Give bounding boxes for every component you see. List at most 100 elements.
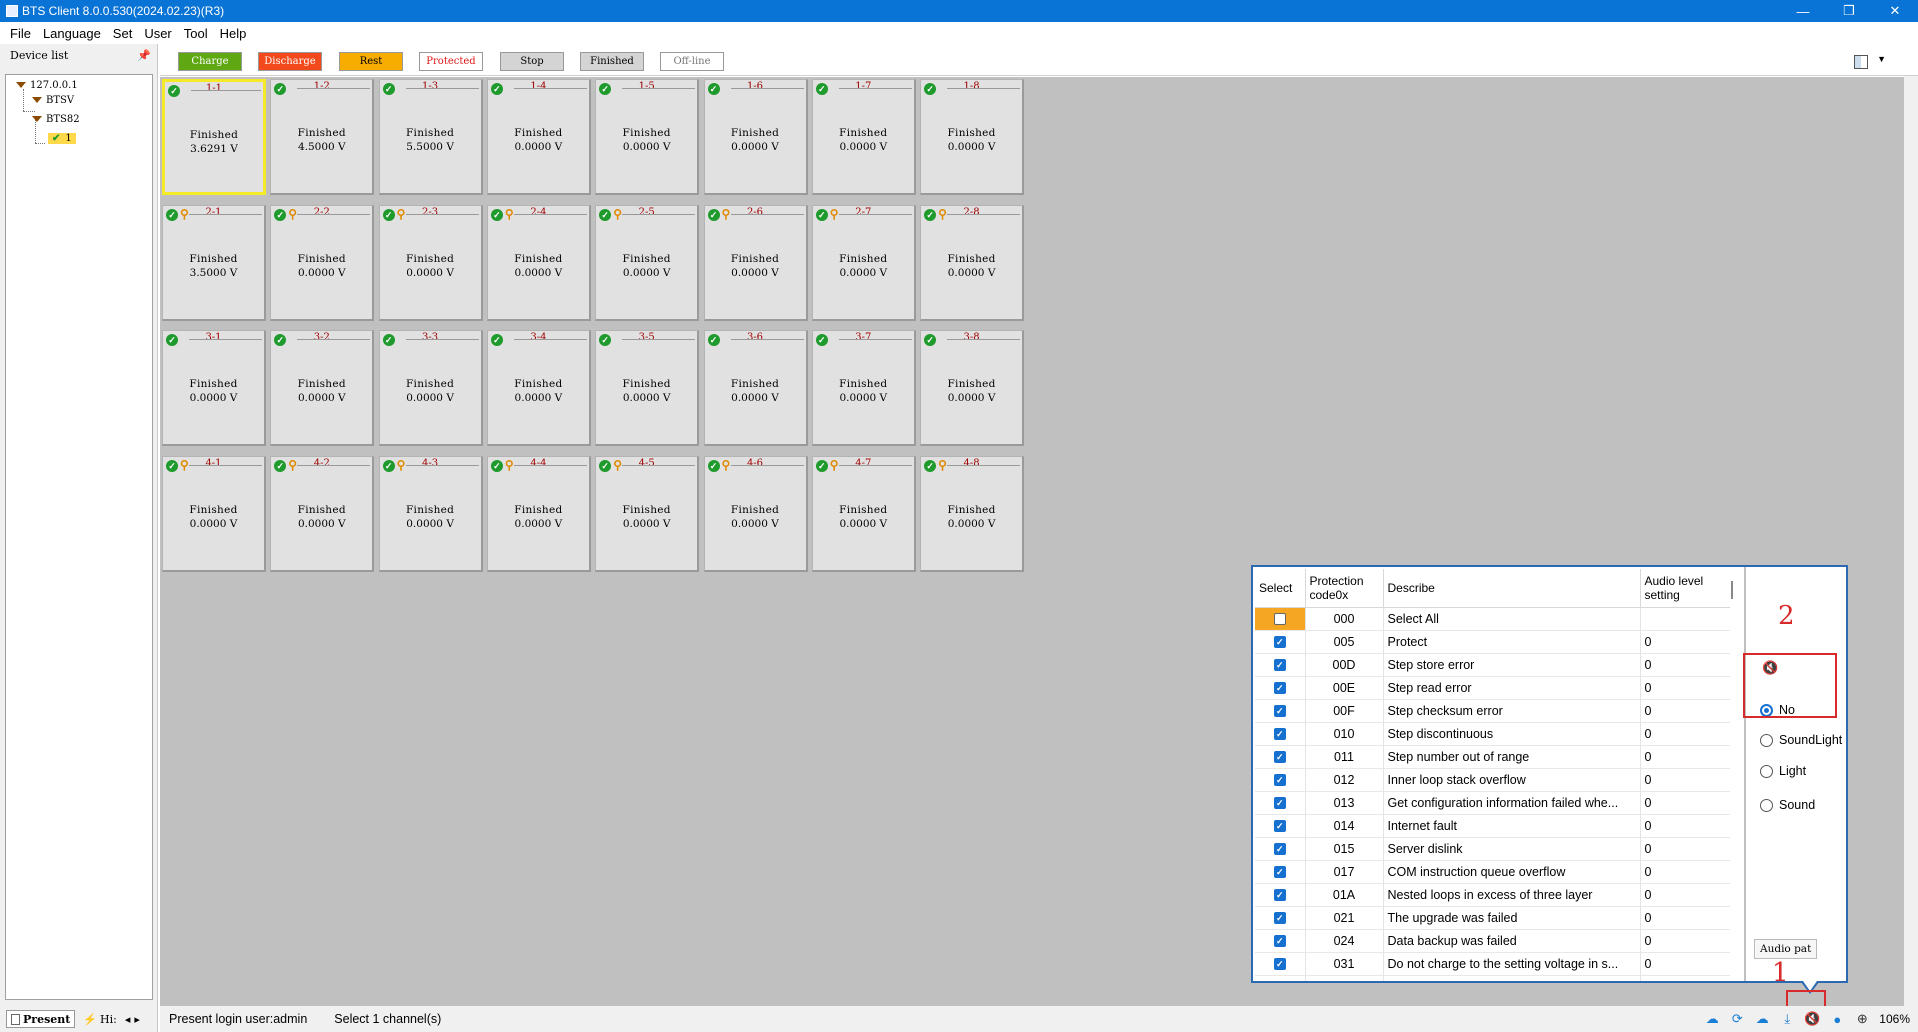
audio-level-cell[interactable]: 0 [1640, 814, 1730, 838]
grid-layout-icon[interactable] [1854, 55, 1868, 69]
row-checkbox[interactable]: ✓ [1273, 705, 1286, 718]
tree-node-unit-1[interactable]: ✔ 1 [48, 131, 76, 145]
audio-level-cell[interactable]: 0 [1640, 699, 1730, 723]
table-row[interactable]: ✓ 00D Step store error 0 [1255, 653, 1730, 677]
maximize-button[interactable]: ❐ [1826, 0, 1872, 22]
channel-cell[interactable]: ✓ 3-3 Finished 0.0000 V [378, 330, 483, 446]
channel-cell[interactable]: ✓ 3-7 Finished 0.0000 V [811, 330, 916, 446]
channel-cell[interactable]: ✓ 1-7 Finished 0.0000 V [811, 79, 916, 195]
channel-cell[interactable]: ✓ 1-4 Finished 0.0000 V [486, 79, 591, 195]
minimize-button[interactable]: — [1780, 0, 1826, 22]
table-row[interactable]: ✓ 010 Step discontinuous 0 [1255, 722, 1730, 746]
zoom-icon[interactable]: ⊕ [1854, 1011, 1870, 1027]
row-checkbox[interactable]: ✓ [1273, 774, 1286, 787]
legend-finished[interactable]: Finished [580, 52, 644, 71]
channel-cell[interactable]: ✓ ⚲ 4-4 Finished 0.0000 V [486, 455, 591, 572]
table-row[interactable]: ✓ 005 Protect 0 [1255, 630, 1730, 654]
row-checkbox[interactable]: ✓ [1273, 682, 1286, 695]
audio-level-cell[interactable]: 0 [1640, 676, 1730, 700]
channel-cell[interactable]: ✓ ⚲ 4-2 Finished 0.0000 V [270, 455, 375, 572]
channel-cell[interactable]: ✓ 1-2 Finished 4.5000 V [270, 79, 375, 195]
audio-level-cell[interactable] [1640, 607, 1730, 631]
row-checkbox[interactable]: ✓ [1273, 797, 1286, 810]
speaker-mute-icon[interactable]: 🔇 [1804, 1011, 1820, 1027]
legend-discharge[interactable]: Discharge [258, 52, 322, 71]
channel-cell[interactable]: ✓ 3-8 Finished 0.0000 V [920, 330, 1025, 446]
row-checkbox[interactable]: ✓ [1273, 935, 1286, 948]
close-button[interactable]: ✕ [1872, 0, 1918, 22]
menu-set[interactable]: Set [109, 26, 141, 41]
table-scroll-thumb[interactable] [1731, 581, 1733, 599]
audio-path-button[interactable]: Audio pat [1754, 939, 1818, 959]
row-checkbox[interactable]: ✓ [1273, 866, 1286, 879]
legend-protected[interactable]: Protected [419, 52, 483, 71]
col-describe[interactable]: Describe [1383, 569, 1641, 608]
audio-level-cell[interactable]: 0 [1640, 906, 1730, 930]
audio-level-cell[interactable]: 0 [1640, 952, 1730, 976]
table-row[interactable]: 000 Select All [1255, 607, 1730, 631]
audio-level-cell[interactable]: 0 [1640, 929, 1730, 953]
channel-cell[interactable]: ✓ ⚲ 4-6 Finished 0.0000 V [703, 455, 808, 572]
option-light[interactable]: Light [1760, 764, 1806, 778]
channel-cell[interactable]: ✓ 3-1 Finished 0.0000 V [162, 330, 266, 446]
channel-cell[interactable]: ✓ 3-5 Finished 0.0000 V [595, 330, 700, 446]
legend-offline[interactable]: Off-line [660, 52, 724, 71]
table-row[interactable]: ✓ 01A Nested loops in excess of three laye… [1255, 883, 1730, 907]
expand-icon[interactable] [32, 97, 42, 103]
channel-cell[interactable]: ✓ ⚲ 2-8 Finished 0.0000 V [920, 204, 1025, 321]
audio-level-cell[interactable]: 0 [1640, 860, 1730, 884]
sync-icon[interactable]: ⟳ [1729, 1011, 1745, 1027]
option-sound[interactable]: Sound [1760, 798, 1815, 812]
row-checkbox[interactable]: ✓ [1273, 636, 1286, 649]
menu-user[interactable]: User [140, 26, 179, 41]
channel-cell[interactable]: ✓ 1-5 Finished 0.0000 V [595, 79, 700, 195]
radio-light[interactable] [1760, 764, 1773, 778]
row-checkbox[interactable]: ✓ [1273, 912, 1286, 925]
audio-level-cell[interactable]: 0 [1640, 722, 1730, 746]
audio-level-cell[interactable]: 0 [1640, 791, 1730, 815]
channel-cell[interactable]: ✓ 3-2 Finished 0.0000 V [270, 330, 375, 446]
audio-level-cell[interactable]: 0 [1640, 883, 1730, 907]
radio-soundlight[interactable] [1760, 733, 1773, 747]
expand-icon[interactable] [16, 82, 26, 88]
col-select[interactable]: Select [1255, 569, 1306, 608]
row-checkbox[interactable]: ✓ [1273, 728, 1286, 741]
table-row[interactable]: ✓032Voltage beyond the limit in specifie… [1255, 975, 1730, 981]
table-row[interactable]: ✓ 011 Step number out of range 0 [1255, 745, 1730, 769]
tab-present[interactable]: Present [6, 1010, 76, 1028]
channel-cell[interactable]: ✓ 1-1 Finished 3.6291 V [162, 79, 266, 195]
table-row[interactable]: ✓ 014 Internet fault 0 [1255, 814, 1730, 838]
tab-prev-icon[interactable]: ◂ [125, 1013, 131, 1026]
tree-node-host[interactable]: 127.0.0.1 [16, 78, 78, 92]
tab-history[interactable]: ⚡ Hi: [79, 1010, 121, 1028]
channel-cell[interactable]: ✓ ⚲ 2-2 Finished 0.0000 V [270, 204, 375, 321]
row-checkbox[interactable]: ✓ [1273, 889, 1286, 902]
menu-file[interactable]: File [6, 26, 39, 41]
audio-level-cell[interactable]: 0 [1640, 630, 1730, 654]
option-soundlight[interactable]: SoundLight [1760, 733, 1842, 747]
channel-cell[interactable]: ✓ ⚲ 4-1 Finished 0.0000 V [162, 455, 266, 572]
legend-charge[interactable]: Charge [178, 52, 242, 71]
audio-level-cell[interactable]: 0 [1640, 768, 1730, 792]
audio-level-cell[interactable]: 0 [1640, 745, 1730, 769]
channel-cell[interactable]: ✓ ⚲ 2-1 Finished 3.5000 V [162, 204, 266, 321]
tree-node-btsv[interactable]: BTSV [32, 93, 74, 107]
channel-cell[interactable]: ✓ ⚲ 2-3 Finished 0.0000 V [378, 204, 483, 321]
channel-cell[interactable]: ✓ ⚲ 4-5 Finished 0.0000 V [595, 455, 700, 572]
table-row[interactable]: ✓ 017 COM instruction queue overflow 0 [1255, 860, 1730, 884]
table-row[interactable]: ✓ 012 Inner loop stack overflow 0 [1255, 768, 1730, 792]
pin-icon[interactable]: 📌 [137, 49, 151, 62]
channel-cell[interactable]: ✓ ⚲ 2-5 Finished 0.0000 V [595, 204, 700, 321]
channel-cell[interactable]: ✓ 1-3 Finished 5.5000 V [378, 79, 483, 195]
row-checkbox[interactable] [1273, 613, 1286, 626]
channel-cell[interactable]: ✓ ⚲ 4-7 Finished 0.0000 V [811, 455, 916, 572]
col-code[interactable]: Protection code0x [1305, 569, 1384, 608]
more-icon[interactable]: ● [1829, 1011, 1845, 1027]
menu-language[interactable]: Language [39, 26, 109, 41]
dropdown-arrow-icon[interactable]: ▼ [1877, 54, 1886, 64]
table-row[interactable]: ✓ 024 Data backup was failed 0 [1255, 929, 1730, 953]
channel-cell[interactable]: ✓ ⚲ 2-6 Finished 0.0000 V [703, 204, 808, 321]
menu-tool[interactable]: Tool [180, 26, 216, 41]
cloud-icon[interactable]: ☁ [1754, 1011, 1770, 1027]
audio-level-cell[interactable]: 0 [1640, 837, 1730, 861]
